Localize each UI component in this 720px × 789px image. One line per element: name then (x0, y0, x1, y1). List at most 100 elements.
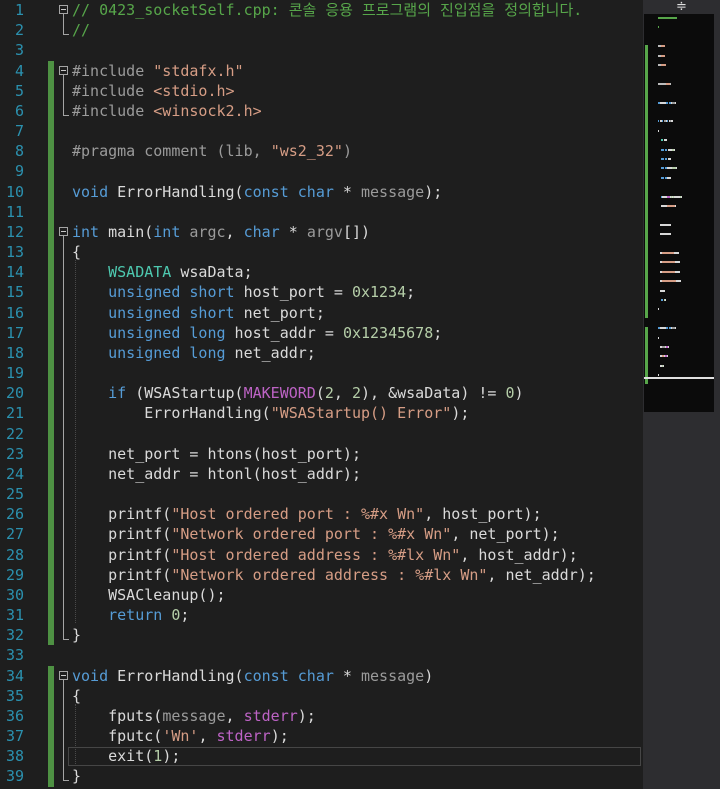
code-line[interactable]: ErrorHandling("WSAStartup() Error"); (72, 403, 469, 423)
code-line[interactable]: WSACleanup(); (72, 585, 225, 605)
code-line[interactable]: // 0423_socketSelf.cpp: 콘솔 응용 프로그램의 진입점을… (72, 0, 582, 20)
code-line[interactable]: printf("Network ordered port : %#x Wn", … (72, 524, 560, 544)
code-line[interactable]: unsigned long net_addr; (72, 343, 316, 363)
code-line[interactable]: } (72, 625, 81, 645)
minimap-position-marker (644, 377, 714, 379)
minimap-line (663, 139, 667, 142)
code-line[interactable]: unsigned short host_port = 0x1234; (72, 282, 415, 302)
code-line[interactable]: void ErrorHandling(const char * message) (72, 666, 433, 686)
code-token: ErrorHandling( (108, 666, 244, 685)
minimap-line (674, 148, 676, 151)
collapse-icon[interactable] (59, 65, 68, 75)
code-line[interactable]: return 0; (72, 605, 189, 625)
code-token: , host_addr); (460, 545, 578, 564)
code-line[interactable]: #include "stdafx.h" (72, 61, 244, 81)
code-token: , (333, 384, 352, 403)
code-line[interactable]: unsigned long host_addr = 0x12345678; (72, 323, 442, 343)
split-handle-icon[interactable]: ≑ (643, 0, 720, 14)
code-line[interactable]: fputs(message, stderr); (72, 706, 316, 726)
code-line[interactable]: #include <winsock2.h> (72, 101, 262, 121)
code-token: []) (342, 222, 371, 241)
code-line[interactable]: void ErrorHandling(const char * message)… (72, 182, 442, 202)
code-token: char (297, 182, 334, 201)
code-token: printf( (72, 525, 172, 544)
code-line[interactable]: exit(1); (72, 746, 180, 766)
code-token: 2 (324, 384, 334, 403)
code-line[interactable]: net_addr = htonl(host_addr); (72, 464, 361, 484)
line-number: 33 (5, 646, 24, 665)
code-token: const (243, 182, 289, 201)
code-token: message (361, 182, 425, 201)
minimap-line (674, 327, 676, 330)
line-number: 37 (5, 727, 24, 746)
minimap-line (674, 205, 676, 207)
code-line[interactable]: int main(int argc, char * argv[]) (72, 222, 370, 242)
fold-end (63, 639, 69, 641)
minimap-line (658, 374, 659, 377)
code-editor[interactable]: 1 2 3 4 5 6 7 8 9 10 11 12 13 14 15 16 17 18 19 20 21 22 23 24 2… (0, 0, 643, 789)
code-token: unsigned (108, 323, 181, 342)
minimap-line (666, 205, 675, 207)
minimap-line (662, 270, 676, 273)
line-number: 3 (14, 41, 24, 60)
line-number: 20 (5, 384, 24, 403)
line-number: 28 (5, 545, 24, 564)
code-token: ); (270, 727, 289, 746)
code-token: } (72, 626, 82, 645)
code-line[interactable]: printf("Host ordered port : %#x Wn", hos… (72, 504, 542, 524)
code-token: wsaData; (171, 263, 253, 282)
minimap-line (681, 195, 682, 198)
code-token: ); (424, 182, 443, 201)
code-token: "Host ordered port : %#x Wn" (171, 505, 425, 524)
minimap-line (661, 45, 666, 48)
minimap-preview[interactable] (644, 14, 714, 412)
minimap-line (660, 299, 663, 301)
code-line[interactable]: // (72, 20, 90, 40)
code-token: ) (514, 384, 524, 403)
code-token: message (361, 666, 425, 685)
collapse-icon[interactable] (59, 5, 68, 14)
code-line[interactable]: { (72, 686, 81, 706)
code-token: // (72, 21, 91, 40)
minimap-line (661, 64, 666, 66)
code-token: , (225, 706, 244, 725)
code-token: 'Wn' (162, 727, 199, 746)
code-token: unsigned (108, 343, 181, 362)
code-token: <winsock2.h> (153, 101, 262, 120)
collapse-icon[interactable] (59, 226, 68, 236)
line-number: 39 (5, 767, 24, 786)
code-token: main( (99, 222, 154, 241)
code-token: "Network ordered address : %#lx Wn" (171, 565, 488, 584)
code-line[interactable]: printf("Network ordered address : %#lx W… (72, 565, 596, 585)
code-line[interactable]: unsigned short net_port; (72, 303, 325, 323)
code-token: , (198, 727, 217, 746)
code-line[interactable]: fputc('Wn', stderr); (72, 726, 289, 746)
code-token: ) (342, 142, 352, 161)
code-token: ); (162, 747, 181, 766)
minimap-line (671, 120, 673, 123)
line-number: 24 (5, 464, 24, 483)
code-line[interactable]: } (72, 766, 81, 786)
fold-line (63, 679, 64, 781)
line-number: 12 (5, 222, 24, 241)
code-token: char (297, 666, 334, 685)
minimap-change-marker (645, 327, 648, 384)
code-line[interactable]: { (72, 242, 81, 262)
collapse-icon[interactable] (59, 670, 68, 680)
code-line[interactable]: net_port = htons(host_port); (72, 444, 361, 464)
line-number: 1 (14, 1, 24, 19)
minimap-line (660, 167, 664, 170)
code-line[interactable]: #include <stdio.h> (72, 81, 235, 101)
minimap-line (659, 233, 671, 236)
code-line[interactable]: #pragma comment (lib, "ws2_32") (72, 141, 352, 161)
code-line[interactable]: if (WSAStartup(MAKEWORD(2, 2), &wsaData)… (72, 383, 524, 403)
line-number: 34 (5, 666, 24, 685)
code-token: ( (315, 384, 325, 403)
line-number: 7 (14, 122, 24, 141)
code-line[interactable]: WSADATA wsaData; (72, 262, 253, 282)
code-line[interactable]: printf("Host ordered address : %#lx Wn",… (72, 545, 578, 565)
